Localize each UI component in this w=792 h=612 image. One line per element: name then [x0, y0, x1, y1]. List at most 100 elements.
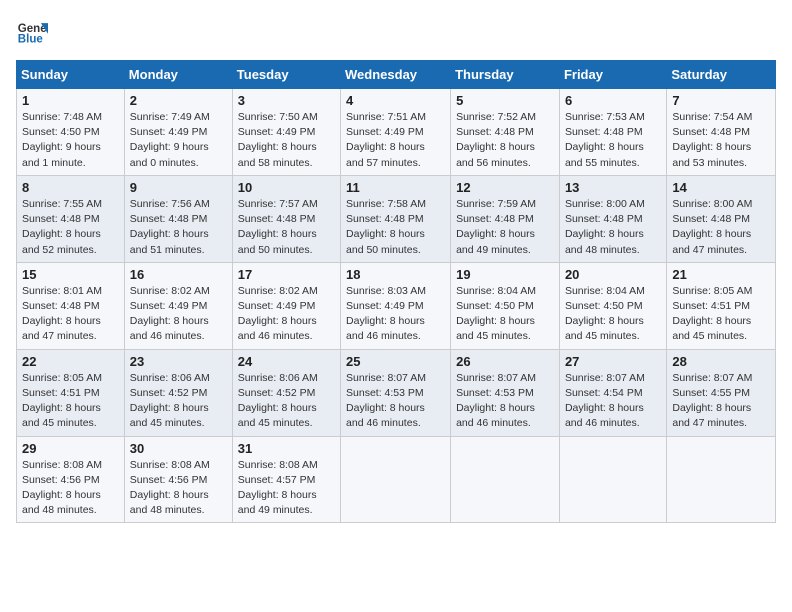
day-info: Sunrise: 8:07 AMSunset: 4:53 PMDaylight:…: [346, 372, 426, 430]
day-number: 4: [346, 93, 445, 108]
calendar-day-cell: 13 Sunrise: 8:00 AMSunset: 4:48 PMDaylig…: [559, 175, 666, 262]
weekday-header-cell: Wednesday: [341, 61, 451, 89]
day-number: 28: [672, 354, 770, 369]
calendar-day-cell: 6 Sunrise: 7:53 AMSunset: 4:48 PMDayligh…: [559, 89, 666, 176]
weekday-header-cell: Sunday: [17, 61, 125, 89]
day-info: Sunrise: 7:50 AMSunset: 4:49 PMDaylight:…: [238, 111, 318, 169]
day-info: Sunrise: 8:07 AMSunset: 4:55 PMDaylight:…: [672, 372, 752, 430]
calendar-day-cell: 25 Sunrise: 8:07 AMSunset: 4:53 PMDaylig…: [341, 349, 451, 436]
calendar-day-cell: 4 Sunrise: 7:51 AMSunset: 4:49 PMDayligh…: [341, 89, 451, 176]
calendar-day-cell: [667, 436, 776, 523]
day-number: 1: [22, 93, 119, 108]
day-number: 20: [565, 267, 661, 282]
page-header: General Blue: [16, 16, 776, 48]
day-info: Sunrise: 8:06 AMSunset: 4:52 PMDaylight:…: [130, 372, 210, 430]
day-info: Sunrise: 8:08 AMSunset: 4:57 PMDaylight:…: [238, 459, 318, 517]
day-info: Sunrise: 7:53 AMSunset: 4:48 PMDaylight:…: [565, 111, 645, 169]
calendar-week-row: 22 Sunrise: 8:05 AMSunset: 4:51 PMDaylig…: [17, 349, 776, 436]
calendar-day-cell: 26 Sunrise: 8:07 AMSunset: 4:53 PMDaylig…: [451, 349, 560, 436]
calendar-day-cell: 11 Sunrise: 7:58 AMSunset: 4:48 PMDaylig…: [341, 175, 451, 262]
calendar-day-cell: 9 Sunrise: 7:56 AMSunset: 4:48 PMDayligh…: [124, 175, 232, 262]
day-info: Sunrise: 7:58 AMSunset: 4:48 PMDaylight:…: [346, 198, 426, 256]
day-number: 3: [238, 93, 335, 108]
day-info: Sunrise: 8:04 AMSunset: 4:50 PMDaylight:…: [565, 285, 645, 343]
day-info: Sunrise: 7:48 AMSunset: 4:50 PMDaylight:…: [22, 111, 102, 169]
calendar-day-cell: 31 Sunrise: 8:08 AMSunset: 4:57 PMDaylig…: [232, 436, 340, 523]
day-number: 7: [672, 93, 770, 108]
day-number: 23: [130, 354, 227, 369]
calendar-day-cell: 23 Sunrise: 8:06 AMSunset: 4:52 PMDaylig…: [124, 349, 232, 436]
day-number: 2: [130, 93, 227, 108]
calendar-day-cell: 21 Sunrise: 8:05 AMSunset: 4:51 PMDaylig…: [667, 262, 776, 349]
day-info: Sunrise: 8:00 AMSunset: 4:48 PMDaylight:…: [565, 198, 645, 256]
weekday-header-cell: Friday: [559, 61, 666, 89]
day-info: Sunrise: 7:56 AMSunset: 4:48 PMDaylight:…: [130, 198, 210, 256]
calendar-day-cell: 27 Sunrise: 8:07 AMSunset: 4:54 PMDaylig…: [559, 349, 666, 436]
calendar-day-cell: 18 Sunrise: 8:03 AMSunset: 4:49 PMDaylig…: [341, 262, 451, 349]
calendar-day-cell: 14 Sunrise: 8:00 AMSunset: 4:48 PMDaylig…: [667, 175, 776, 262]
day-number: 21: [672, 267, 770, 282]
weekday-header-row: SundayMondayTuesdayWednesdayThursdayFrid…: [17, 61, 776, 89]
day-number: 19: [456, 267, 554, 282]
day-number: 8: [22, 180, 119, 195]
calendar-day-cell: 28 Sunrise: 8:07 AMSunset: 4:55 PMDaylig…: [667, 349, 776, 436]
calendar-day-cell: 30 Sunrise: 8:08 AMSunset: 4:56 PMDaylig…: [124, 436, 232, 523]
day-number: 31: [238, 441, 335, 456]
day-number: 10: [238, 180, 335, 195]
calendar-day-cell: 17 Sunrise: 8:02 AMSunset: 4:49 PMDaylig…: [232, 262, 340, 349]
calendar-day-cell: [451, 436, 560, 523]
calendar-day-cell: 1 Sunrise: 7:48 AMSunset: 4:50 PMDayligh…: [17, 89, 125, 176]
day-number: 9: [130, 180, 227, 195]
day-number: 16: [130, 267, 227, 282]
day-number: 30: [130, 441, 227, 456]
calendar-day-cell: 29 Sunrise: 8:08 AMSunset: 4:56 PMDaylig…: [17, 436, 125, 523]
weekday-header-cell: Thursday: [451, 61, 560, 89]
weekday-header-cell: Tuesday: [232, 61, 340, 89]
day-info: Sunrise: 8:05 AMSunset: 4:51 PMDaylight:…: [22, 372, 102, 430]
calendar-day-cell: 8 Sunrise: 7:55 AMSunset: 4:48 PMDayligh…: [17, 175, 125, 262]
day-info: Sunrise: 7:59 AMSunset: 4:48 PMDaylight:…: [456, 198, 536, 256]
calendar-day-cell: 2 Sunrise: 7:49 AMSunset: 4:49 PMDayligh…: [124, 89, 232, 176]
calendar-day-cell: [559, 436, 666, 523]
day-info: Sunrise: 7:49 AMSunset: 4:49 PMDaylight:…: [130, 111, 210, 169]
day-number: 27: [565, 354, 661, 369]
day-info: Sunrise: 7:51 AMSunset: 4:49 PMDaylight:…: [346, 111, 426, 169]
day-info: Sunrise: 8:02 AMSunset: 4:49 PMDaylight:…: [130, 285, 210, 343]
calendar-week-row: 29 Sunrise: 8:08 AMSunset: 4:56 PMDaylig…: [17, 436, 776, 523]
day-info: Sunrise: 8:08 AMSunset: 4:56 PMDaylight:…: [22, 459, 102, 517]
day-number: 22: [22, 354, 119, 369]
calendar-day-cell: 7 Sunrise: 7:54 AMSunset: 4:48 PMDayligh…: [667, 89, 776, 176]
calendar-day-cell: 3 Sunrise: 7:50 AMSunset: 4:49 PMDayligh…: [232, 89, 340, 176]
day-number: 5: [456, 93, 554, 108]
day-number: 26: [456, 354, 554, 369]
day-info: Sunrise: 8:00 AMSunset: 4:48 PMDaylight:…: [672, 198, 752, 256]
day-number: 17: [238, 267, 335, 282]
day-info: Sunrise: 7:57 AMSunset: 4:48 PMDaylight:…: [238, 198, 318, 256]
day-number: 11: [346, 180, 445, 195]
day-info: Sunrise: 8:06 AMSunset: 4:52 PMDaylight:…: [238, 372, 318, 430]
day-number: 15: [22, 267, 119, 282]
logo: General Blue: [16, 16, 48, 48]
day-number: 12: [456, 180, 554, 195]
day-info: Sunrise: 8:08 AMSunset: 4:56 PMDaylight:…: [130, 459, 210, 517]
day-info: Sunrise: 7:55 AMSunset: 4:48 PMDaylight:…: [22, 198, 102, 256]
calendar-day-cell: 22 Sunrise: 8:05 AMSunset: 4:51 PMDaylig…: [17, 349, 125, 436]
day-info: Sunrise: 8:07 AMSunset: 4:53 PMDaylight:…: [456, 372, 536, 430]
calendar-week-row: 15 Sunrise: 8:01 AMSunset: 4:48 PMDaylig…: [17, 262, 776, 349]
calendar-body: 1 Sunrise: 7:48 AMSunset: 4:50 PMDayligh…: [17, 89, 776, 523]
calendar-table: SundayMondayTuesdayWednesdayThursdayFrid…: [16, 60, 776, 523]
calendar-day-cell: 24 Sunrise: 8:06 AMSunset: 4:52 PMDaylig…: [232, 349, 340, 436]
svg-text:Blue: Blue: [18, 34, 44, 46]
calendar-week-row: 1 Sunrise: 7:48 AMSunset: 4:50 PMDayligh…: [17, 89, 776, 176]
day-number: 14: [672, 180, 770, 195]
logo-icon: General Blue: [16, 16, 48, 48]
calendar-day-cell: 10 Sunrise: 7:57 AMSunset: 4:48 PMDaylig…: [232, 175, 340, 262]
day-number: 18: [346, 267, 445, 282]
calendar-day-cell: [341, 436, 451, 523]
day-number: 13: [565, 180, 661, 195]
calendar-day-cell: 15 Sunrise: 8:01 AMSunset: 4:48 PMDaylig…: [17, 262, 125, 349]
day-info: Sunrise: 8:04 AMSunset: 4:50 PMDaylight:…: [456, 285, 536, 343]
day-info: Sunrise: 7:54 AMSunset: 4:48 PMDaylight:…: [672, 111, 752, 169]
day-info: Sunrise: 8:03 AMSunset: 4:49 PMDaylight:…: [346, 285, 426, 343]
day-info: Sunrise: 7:52 AMSunset: 4:48 PMDaylight:…: [456, 111, 536, 169]
